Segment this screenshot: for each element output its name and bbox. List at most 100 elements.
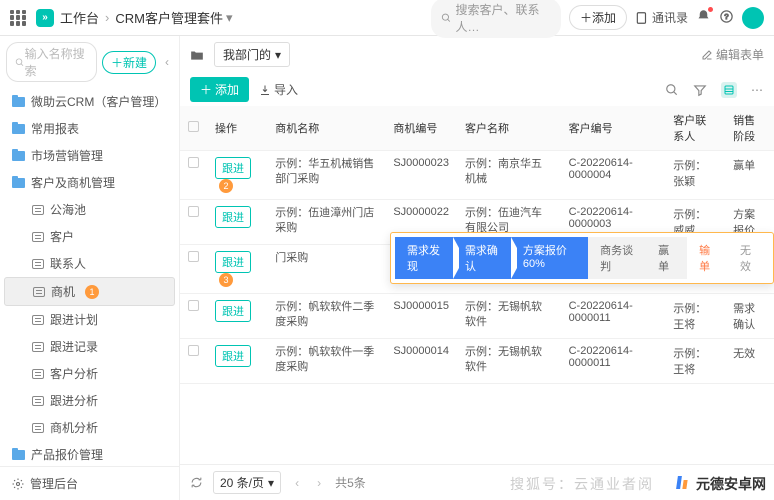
edit-form-link[interactable]: 编辑表单 [701, 46, 764, 63]
stage-popup: 需求发现需求确认方案报价 60%商务谈判赢单输单无效 [390, 232, 774, 284]
table-row[interactable]: 跟进示例：帆软软件二季度采购SJ0000015示例：无锡帆软软件C-202206… [180, 294, 774, 339]
sidebar-item-2[interactable]: 市场营销管理 [4, 142, 175, 169]
checkbox[interactable] [188, 345, 199, 356]
sidebar-item-12[interactable]: 商机分析 [4, 414, 175, 441]
list-icon [32, 315, 44, 325]
folder-icon [12, 450, 25, 460]
checkbox[interactable] [188, 121, 199, 132]
sidebar-item-9[interactable]: 跟进记录 [4, 333, 175, 360]
sidebar-item-6[interactable]: 联系人 [4, 250, 175, 277]
stage-step[interactable]: 赢单 [646, 237, 687, 279]
nav-label: 客户及商机管理 [31, 174, 115, 191]
table-row[interactable]: 跟进示例：帆软软件一季度采购SJ0000014示例：无锡帆软软件C-202206… [180, 339, 774, 384]
follow-button[interactable]: 跟进 [215, 251, 251, 273]
apps-icon[interactable] [10, 10, 26, 26]
add-label: 添加 [592, 9, 616, 26]
cell: SJ0000023 [385, 151, 457, 200]
breadcrumb-workspace[interactable]: 工作台 [60, 8, 99, 27]
stage-step[interactable]: 方案报价 60% [511, 237, 588, 279]
table-row[interactable]: 跟进2示例：华五机械销售部门采购SJ0000023示例：南京华五机械C-2022… [180, 151, 774, 200]
filter-icon[interactable] [693, 83, 707, 97]
edit-form-label: 编辑表单 [716, 46, 764, 63]
bell-icon[interactable] [696, 9, 711, 27]
cell: C-20220614-0000011 [561, 294, 666, 339]
dept-select[interactable]: 我部门的 ▾ [214, 42, 290, 67]
sidebar-item-0[interactable]: 微助云CRM（客户管理） [4, 88, 175, 115]
cell: 示例：华五机械销售部门采购 [267, 151, 385, 200]
app-header: » 工作台 › CRM客户管理套件 ▾ 搜索客户、联系人… ＋ 添加 通讯录 ? [0, 0, 774, 36]
sidebar-item-7[interactable]: 商机1 [4, 277, 175, 306]
sidebar-item-13[interactable]: 产品报价管理 [4, 441, 175, 466]
chevron-right-icon: › [105, 10, 109, 25]
sidebar-item-1[interactable]: 常用报表 [4, 115, 175, 142]
global-search[interactable]: 搜索客户、联系人… [431, 0, 561, 38]
list-view-icon[interactable] [721, 82, 737, 98]
col-header-2: 商机名称 [267, 106, 385, 151]
breadcrumb: 工作台 › CRM客户管理套件 ▾ [60, 8, 233, 27]
collapse-icon[interactable]: ‹ [161, 55, 173, 69]
sidebar-item-10[interactable]: 客户分析 [4, 360, 175, 387]
chevron-down-icon[interactable]: ▾ [226, 10, 233, 26]
stage-step[interactable]: 需求发现 [395, 237, 453, 279]
contacts-icon [635, 11, 649, 25]
add-button[interactable]: ＋ 添加 [569, 5, 627, 30]
follow-button[interactable]: 跟进 [215, 300, 251, 322]
sidebar-search[interactable]: 输入名称搜索 [6, 42, 97, 82]
dept-label: 我部门的 [223, 46, 271, 63]
nav-label: 公海池 [50, 201, 86, 218]
opportunity-name: 门采购 [275, 251, 377, 266]
cell: 示例：无锡帆软软件 [457, 294, 561, 339]
sidebar-item-3[interactable]: 客户及商机管理 [4, 169, 175, 196]
more-icon[interactable]: ⋯ [751, 83, 764, 97]
stage-step[interactable]: 无效 [728, 237, 769, 279]
help-icon[interactable]: ? [719, 9, 734, 27]
next-page[interactable]: › [313, 476, 325, 490]
nav-label: 市场营销管理 [31, 147, 103, 164]
sidebar-footer[interactable]: 管理后台 [0, 466, 179, 500]
nav-label: 跟进分析 [50, 392, 98, 409]
watermark-faded: 搜狐号：云通业者阅 [510, 474, 654, 494]
breadcrumb-suite[interactable]: CRM客户管理套件 [115, 8, 223, 27]
search-placeholder: 搜索客户、联系人… [456, 1, 551, 35]
nav-label: 常用报表 [31, 120, 79, 137]
cell: 跟进 [207, 339, 267, 384]
list-icon [32, 259, 44, 269]
cell: 示例：帆软软件二季度采购 [267, 294, 385, 339]
sidebar-item-5[interactable]: 客户 [4, 223, 175, 250]
follow-button[interactable]: 跟进 [215, 345, 251, 367]
add-record-button[interactable]: ＋添加 [190, 77, 249, 102]
import-icon [259, 84, 271, 96]
sidebar-item-4[interactable]: 公海池 [4, 196, 175, 223]
checkbox[interactable] [188, 206, 199, 217]
page-size-select[interactable]: 20 条/页 ▾ [213, 471, 281, 494]
contacts-button[interactable]: 通讯录 [635, 9, 688, 26]
gear-icon [12, 478, 24, 490]
stage-step[interactable]: 输单 [687, 237, 728, 279]
badge: 3 [219, 273, 233, 287]
col-header-1: 操作 [207, 106, 267, 151]
sidebar-item-8[interactable]: 跟进计划 [4, 306, 175, 333]
cell [180, 245, 207, 294]
new-label: 新建 [123, 54, 147, 71]
follow-button[interactable]: 跟进 [215, 206, 251, 228]
refresh-icon[interactable] [190, 476, 203, 489]
col-header-7: 销售阶段 [725, 106, 774, 151]
prev-page[interactable]: ‹ [291, 476, 303, 490]
follow-button[interactable]: 跟进 [215, 157, 251, 179]
list-icon [33, 287, 45, 297]
checkbox[interactable] [188, 157, 199, 168]
list-icon [32, 342, 44, 352]
nav-label: 商机 [51, 283, 75, 300]
stage-step[interactable]: 商务谈判 [588, 237, 646, 279]
import-button[interactable]: 导入 [259, 81, 298, 98]
sidebar-item-11[interactable]: 跟进分析 [4, 387, 175, 414]
checkbox[interactable] [188, 300, 199, 311]
list-icon [32, 205, 44, 215]
checkbox[interactable] [188, 251, 199, 262]
cell [180, 294, 207, 339]
stage-step[interactable]: 需求确认 [453, 237, 511, 279]
search-icon[interactable] [665, 83, 679, 97]
new-button[interactable]: ＋新建 [102, 51, 156, 74]
avatar[interactable] [742, 7, 764, 29]
nav-label: 跟进计划 [50, 311, 98, 328]
